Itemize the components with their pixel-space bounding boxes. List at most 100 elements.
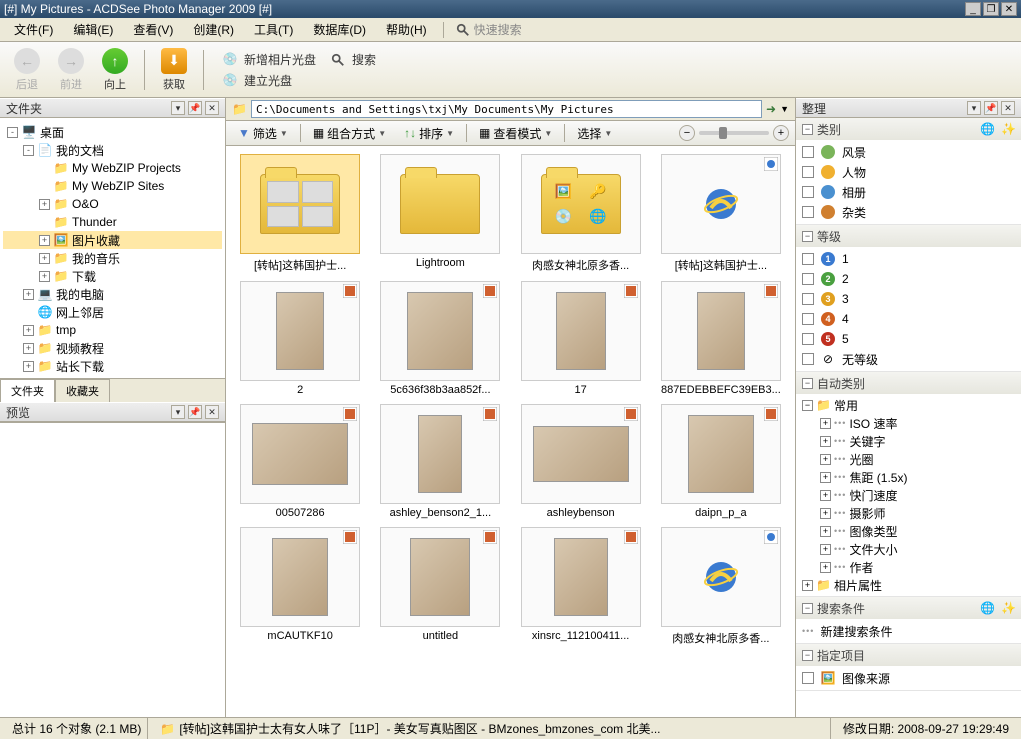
group-header[interactable]: −等级 — [796, 225, 1021, 247]
tree-node[interactable]: +•••文件大小 — [802, 540, 1021, 558]
menu-tools[interactable]: 工具(T) — [246, 19, 301, 40]
thumbnail-item[interactable]: 🖼️🔑💿🌐肉感女神北原多香... — [515, 154, 647, 273]
group-button[interactable]: ▦组合方式▼ — [307, 123, 392, 144]
tree-node[interactable]: 📁My WebZIP Projects — [3, 159, 222, 177]
folder-tree[interactable]: -🖥️桌面-📄我的文档📁My WebZIP Projects📁My WebZIP… — [1, 119, 224, 378]
expand-icon[interactable]: + — [820, 436, 831, 447]
checkbox[interactable] — [802, 253, 814, 265]
group-header[interactable]: −自动类别 — [796, 372, 1021, 394]
rating-row[interactable]: 22 — [796, 269, 1021, 289]
checkbox[interactable] — [802, 353, 814, 365]
panel-menu-icon[interactable]: ▾ — [171, 101, 185, 115]
menu-file[interactable]: 文件(F) — [6, 19, 61, 40]
group-header[interactable]: −类别🌐✨ — [796, 118, 1021, 140]
zoom-slider[interactable] — [699, 131, 769, 135]
tree-node[interactable]: +📁视频教程 — [3, 339, 222, 357]
restore-button[interactable]: ❐ — [983, 2, 999, 16]
menu-database[interactable]: 数据库(D) — [305, 19, 374, 40]
tree-node[interactable]: +📁下载 — [3, 267, 222, 285]
minimize-button[interactable]: _ — [965, 2, 981, 16]
collapse-icon[interactable]: − — [802, 124, 813, 135]
expand-icon[interactable]: + — [820, 454, 831, 465]
special-row[interactable]: 🖼️图像来源 — [796, 668, 1021, 688]
tree-node[interactable]: +📁站长下载 — [3, 357, 222, 375]
tree-node[interactable]: +•••ISO 速率 — [802, 414, 1021, 432]
rating-row[interactable]: 55 — [796, 329, 1021, 349]
create-disc-link[interactable]: 💿建立光盘 — [222, 72, 316, 89]
checkbox[interactable] — [802, 146, 814, 158]
tree-node[interactable]: +•••焦距 (1.5x) — [802, 468, 1021, 486]
tree-node[interactable]: 🌐网上邻居 — [3, 303, 222, 321]
category-row[interactable]: 相册 — [796, 182, 1021, 202]
expand-icon[interactable]: + — [23, 325, 34, 336]
thumbnail-item[interactable]: 00507286 — [234, 404, 366, 519]
category-row[interactable]: 杂类 — [796, 202, 1021, 222]
thumbnail-item[interactable]: 5c636f38b3aa852f... — [374, 281, 506, 396]
checkbox[interactable] — [802, 273, 814, 285]
expand-icon[interactable]: + — [23, 361, 34, 372]
rating-row[interactable]: ⊘无等级 — [796, 349, 1021, 369]
tree-node[interactable]: 📁Thunder — [3, 213, 222, 231]
tab-folders[interactable]: 文件夹 — [0, 379, 55, 402]
panel-close-icon[interactable]: ✕ — [205, 405, 219, 419]
panel-menu-icon[interactable]: ▾ — [967, 101, 981, 115]
panel-close-icon[interactable]: ✕ — [205, 101, 219, 115]
expand-icon[interactable]: + — [23, 289, 34, 300]
checkbox[interactable] — [802, 313, 814, 325]
add-photo-disc-link[interactable]: 💿新增相片光盘 — [222, 51, 316, 68]
tree-node[interactable]: +•••图像类型 — [802, 522, 1021, 540]
checkbox[interactable] — [802, 672, 814, 684]
tree-node[interactable]: +•••摄影师 — [802, 504, 1021, 522]
rating-row[interactable]: 33 — [796, 289, 1021, 309]
filter-button[interactable]: ▼筛选▼ — [232, 123, 294, 144]
search-link[interactable]: 搜索 — [330, 51, 376, 68]
expand-icon[interactable]: + — [820, 544, 831, 555]
globe-icon[interactable]: 🌐 — [980, 122, 994, 136]
tree-node[interactable]: 📁My WebZIP Sites — [3, 177, 222, 195]
zoom-in-button[interactable]: + — [773, 125, 789, 141]
thumbnail-item[interactable]: ashley_benson2_1... — [374, 404, 506, 519]
expand-icon[interactable]: - — [7, 127, 18, 138]
tree-node[interactable]: +•••作者 — [802, 558, 1021, 576]
tree-node[interactable]: +📁O&O — [3, 195, 222, 213]
checkbox[interactable] — [802, 333, 814, 345]
collapse-icon[interactable]: − — [802, 650, 813, 661]
select-button[interactable]: 选择▼ — [571, 123, 618, 144]
thumbnail-item[interactable]: mCAUTKF10 — [234, 527, 366, 646]
checkbox[interactable] — [802, 166, 814, 178]
expand-icon[interactable]: − — [802, 400, 813, 411]
thumbnail-item[interactable]: 887EDEBBEFC39EB3... — [655, 281, 787, 396]
thumbnail-item[interactable]: 肉感女神北原多香... — [655, 527, 787, 646]
view-button[interactable]: ▦查看模式▼ — [473, 123, 558, 144]
expand-icon[interactable]: + — [39, 199, 50, 210]
checkbox[interactable] — [802, 293, 814, 305]
panel-close-icon[interactable]: ✕ — [1001, 101, 1015, 115]
back-button[interactable]: ←后退 — [8, 46, 46, 94]
organize-tree[interactable]: −类别🌐✨风景人物相册杂类−等级1122334455⊘无等级−自动类别−📁常用+… — [796, 118, 1021, 717]
globe-icon[interactable]: 🌐 — [980, 601, 994, 615]
sort-button[interactable]: ↑↓排序▼ — [398, 123, 460, 144]
rating-row[interactable]: 44 — [796, 309, 1021, 329]
thumbnail-item[interactable]: daipn_p_a — [655, 404, 787, 519]
rating-row[interactable]: 11 — [796, 249, 1021, 269]
up-button[interactable]: ↑向上 — [96, 46, 134, 94]
tree-node[interactable]: −📁常用 — [802, 396, 1021, 414]
get-button[interactable]: ⬇获取 — [155, 46, 193, 94]
thumbnail-item[interactable]: 17 — [515, 281, 647, 396]
expand-icon[interactable]: + — [820, 490, 831, 501]
collapse-icon[interactable]: − — [802, 231, 813, 242]
new-search-row[interactable]: •••新建搜索条件 — [796, 621, 1021, 641]
new-icon[interactable]: ✨ — [1001, 601, 1015, 615]
go-icon[interactable]: ➜ — [766, 102, 776, 116]
new-icon[interactable]: ✨ — [1001, 122, 1015, 136]
tree-node[interactable]: +🖼️图片收藏 — [3, 231, 222, 249]
menu-create[interactable]: 创建(R) — [185, 19, 242, 40]
expand-icon[interactable]: + — [23, 343, 34, 354]
group-header[interactable]: −指定项目 — [796, 644, 1021, 666]
menu-help[interactable]: 帮助(H) — [378, 19, 435, 40]
close-button[interactable]: ✕ — [1001, 2, 1017, 16]
expand-icon[interactable]: + — [802, 580, 813, 591]
tab-favorites[interactable]: 收藏夹 — [55, 379, 110, 402]
expand-icon[interactable]: + — [39, 235, 50, 246]
panel-pin-icon[interactable]: 📌 — [188, 101, 202, 115]
